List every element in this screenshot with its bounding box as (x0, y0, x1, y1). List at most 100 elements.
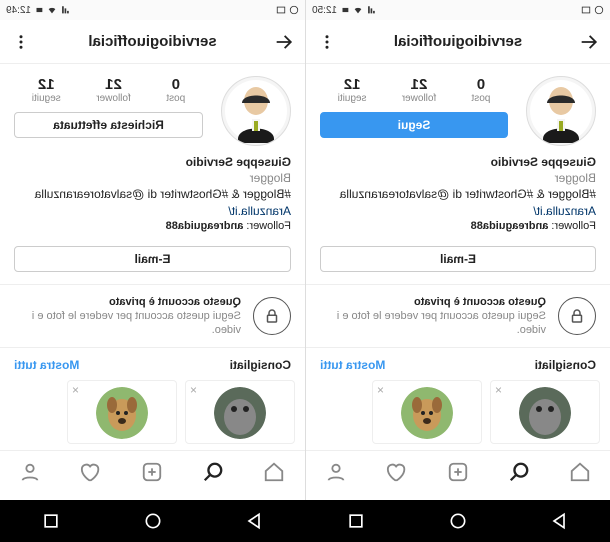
follow-button[interactable]: Segui (320, 112, 508, 138)
bio: Giuseppe Servidio Blogger #Blogger & #Gh… (306, 152, 610, 242)
heart-icon (386, 461, 408, 483)
android-home-icon[interactable] (143, 511, 163, 531)
add-icon (447, 461, 469, 483)
suggestion-card[interactable]: × (490, 380, 600, 444)
stat-posts[interactable]: 0 post (166, 76, 185, 104)
status-time: 12:49 (6, 5, 31, 16)
nav-search[interactable] (183, 451, 244, 492)
heart-icon (81, 461, 103, 483)
bio-link[interactable]: Aranzulla.it/ (14, 203, 291, 219)
bottom-nav (0, 450, 305, 492)
add-icon (142, 461, 164, 483)
screen-before-follow: 12:50 servidiogiuofficial (305, 0, 610, 500)
email-button[interactable]: E-mail (14, 246, 291, 272)
stats-row: 0 post 21 follower 12 seguiti (14, 76, 203, 104)
profile-top: 0 post 21 follower 12 seguiti Segui (306, 64, 610, 152)
suggestion-card[interactable]: × (185, 380, 295, 444)
person-icon (325, 461, 347, 483)
avatar-image (224, 79, 288, 143)
stat-following[interactable]: 12 seguiti (338, 76, 367, 104)
email-button[interactable]: E-mail (320, 246, 596, 272)
back-arrow-icon[interactable] (578, 31, 600, 53)
stat-posts[interactable]: 0 post (471, 76, 490, 104)
stat-followers[interactable]: 21 follower (402, 76, 436, 104)
bio-description: #Blogger & #Ghostwriter di @salvatoreara… (320, 186, 596, 202)
suggestion-card[interactable]: × (372, 380, 482, 444)
followed-by[interactable]: Follower: andreaguida88 (14, 219, 291, 234)
private-account-box: Questo account è privato Segui questo ac… (0, 284, 305, 349)
show-all-link[interactable]: Mostra tutti (14, 358, 79, 372)
bio-link[interactable]: Aranzulla.it/ (320, 203, 596, 219)
nav-activity[interactable] (61, 451, 122, 492)
android-recent-icon[interactable] (346, 511, 366, 531)
suggestion-card[interactable]: × (67, 380, 177, 444)
close-icon[interactable]: × (495, 383, 502, 397)
suggestions-row: × × (306, 376, 610, 450)
nav-profile[interactable] (0, 451, 61, 492)
avatar[interactable] (221, 76, 291, 146)
android-nav-bar (0, 500, 610, 542)
bio-name: Giuseppe Servidio (320, 154, 596, 170)
show-all-link[interactable]: Mostra tutti (320, 358, 385, 372)
requested-button[interactable]: Richiesta effettuata (14, 112, 203, 138)
stat-followers[interactable]: 21 follower (96, 76, 130, 104)
close-icon[interactable]: × (72, 383, 79, 397)
nav-home[interactable] (549, 451, 610, 492)
bio-category: Blogger (14, 170, 291, 186)
nav-activity[interactable] (367, 451, 428, 492)
more-options-icon[interactable] (316, 31, 338, 53)
signal-icon (60, 5, 70, 15)
android-back-icon[interactable] (549, 511, 569, 531)
status-time: 12:50 (312, 5, 337, 16)
suggestion-avatar (519, 387, 571, 439)
nav-add[interactable] (122, 451, 183, 492)
android-back-icon[interactable] (244, 511, 264, 531)
notification-icon (594, 5, 604, 15)
nav-profile[interactable] (306, 451, 367, 492)
lock-icon (558, 297, 596, 335)
search-icon (508, 461, 530, 483)
nav-home[interactable] (244, 451, 305, 492)
suggestion-avatar (96, 387, 148, 439)
avatar[interactable] (526, 76, 596, 146)
photo-icon (581, 5, 591, 15)
lock-icon (253, 297, 291, 335)
status-bar: 12:49 (0, 0, 305, 20)
avatar-image (529, 79, 593, 143)
back-arrow-icon[interactable] (273, 31, 295, 53)
home-icon (264, 461, 286, 483)
android-recent-icon[interactable] (41, 511, 61, 531)
battery-icon (340, 5, 350, 15)
close-icon[interactable]: × (190, 383, 197, 397)
battery-icon (34, 5, 44, 15)
screen-after-request: 12:49 servidiogiuofficial (0, 0, 305, 500)
nav-search[interactable] (488, 451, 549, 492)
suggestions-title: Consigliati (535, 358, 596, 372)
photo-icon (276, 5, 286, 15)
profile-username: servidiogiuofficial (32, 33, 273, 50)
stat-following[interactable]: 12 seguiti (32, 76, 61, 104)
followed-by[interactable]: Follower: andreaguida88 (320, 219, 596, 234)
profile-username: servidiogiuofficial (338, 33, 578, 50)
android-home-icon[interactable] (448, 511, 468, 531)
wifi-icon (47, 5, 57, 15)
private-account-box: Questo account è privato Segui questo ac… (306, 284, 610, 349)
profile-header: servidiogiuofficial (0, 20, 305, 64)
bottom-nav (306, 450, 610, 492)
close-icon[interactable]: × (377, 383, 384, 397)
private-subtitle: Segui questo account per vedere le foto … (320, 309, 546, 338)
wifi-icon (353, 5, 363, 15)
profile-top: 0 post 21 follower 12 seguiti Richiesta … (0, 64, 305, 152)
search-icon (203, 461, 225, 483)
nav-add[interactable] (428, 451, 489, 492)
suggestion-avatar (401, 387, 453, 439)
notification-icon (289, 5, 299, 15)
signal-icon (366, 5, 376, 15)
person-icon (20, 461, 42, 483)
suggestion-avatar (214, 387, 266, 439)
suggestions-header: Consigliati Mostra tutti (0, 354, 305, 376)
status-bar: 12:50 (306, 0, 610, 20)
more-options-icon[interactable] (10, 31, 32, 53)
suggestions-row: × × (0, 376, 305, 450)
bio-name: Giuseppe Servidio (14, 154, 291, 170)
